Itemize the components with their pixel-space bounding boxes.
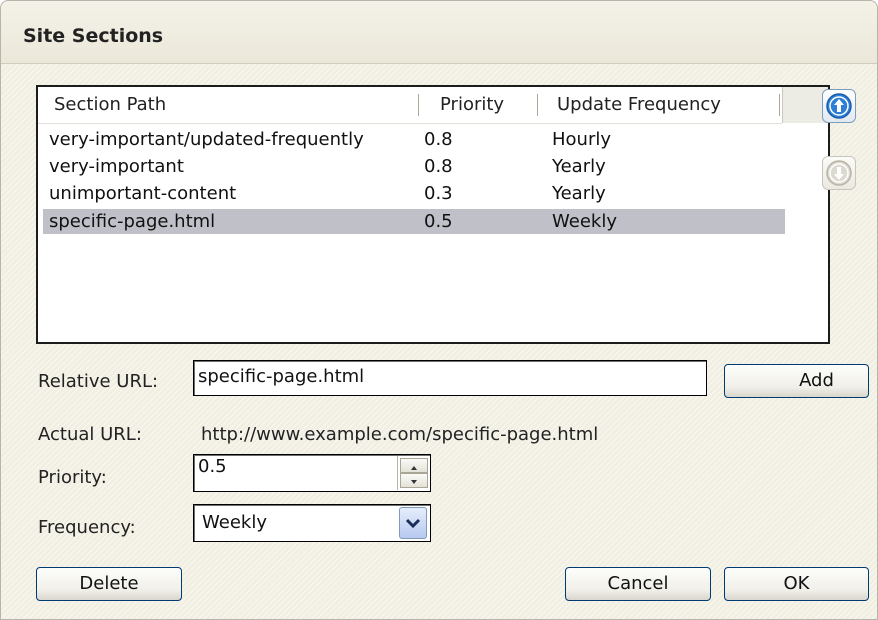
table-row-selected[interactable]: specific-page.html 0.5 Weekly <box>43 209 785 234</box>
row-path: very-important <box>49 156 184 177</box>
title-bar: Site Sections <box>1 1 877 64</box>
dialog-title: Site Sections <box>23 25 164 47</box>
column-divider[interactable] <box>779 94 780 116</box>
row-frequency: Weekly <box>552 211 617 232</box>
ok-button[interactable]: OK <box>724 567 869 601</box>
table-row[interactable]: very-important/updated-frequently 0.8 Ho… <box>43 127 785 152</box>
arrow-down-icon <box>826 160 852 186</box>
move-up-button[interactable] <box>822 89 856 123</box>
site-sections-dialog: Site Sections Section Path Priority Upda… <box>0 0 878 620</box>
frequency-label: Frequency: <box>38 517 136 538</box>
row-path: unimportant-content <box>49 183 237 204</box>
frequency-dropdown-button[interactable] <box>399 507 427 539</box>
actual-url-label: Actual URL: <box>38 424 142 445</box>
column-header-priority[interactable]: Priority <box>440 87 504 123</box>
relative-url-label: Relative URL: <box>38 371 159 392</box>
priority-label: Priority: <box>38 467 107 488</box>
table-row[interactable]: unimportant-content 0.3 Yearly <box>43 181 785 206</box>
actual-url-value: http://www.example.com/specific-page.htm… <box>201 424 599 445</box>
row-path: very-important/updated-frequently <box>49 129 364 150</box>
chevron-down-icon <box>405 518 421 529</box>
spin-up-button[interactable] <box>400 458 428 473</box>
sections-table[interactable]: Section Path Priority Update Frequency v… <box>36 85 830 344</box>
column-divider[interactable] <box>418 94 419 116</box>
row-frequency: Hourly <box>552 129 612 150</box>
row-priority: 0.5 <box>424 211 453 232</box>
add-button[interactable]: Add <box>724 364 869 398</box>
delete-button[interactable]: Delete <box>36 567 182 601</box>
caret-down-icon <box>411 480 417 484</box>
cancel-button[interactable]: Cancel <box>565 567 711 601</box>
table-header: Section Path Priority Update Frequency <box>38 87 782 124</box>
column-header-section-path[interactable]: Section Path <box>54 87 166 123</box>
priority-spin-buttons <box>397 456 430 490</box>
row-priority: 0.8 <box>424 156 453 177</box>
move-down-button[interactable] <box>822 156 856 190</box>
spin-down-button[interactable] <box>400 473 428 488</box>
frequency-dropdown[interactable]: Weekly <box>193 504 431 542</box>
row-priority: 0.3 <box>424 183 453 204</box>
priority-spinner[interactable]: 0.5 <box>193 454 431 492</box>
row-frequency: Yearly <box>552 183 606 204</box>
relative-url-field[interactable]: specific-page.html <box>193 360 707 396</box>
column-divider[interactable] <box>537 94 538 116</box>
row-frequency: Yearly <box>552 156 606 177</box>
row-path: specific-page.html <box>49 211 216 232</box>
row-priority: 0.8 <box>424 129 453 150</box>
table-row[interactable]: very-important 0.8 Yearly <box>43 154 785 179</box>
arrow-up-icon <box>826 93 852 119</box>
column-header-update-frequency[interactable]: Update Frequency <box>557 87 721 123</box>
